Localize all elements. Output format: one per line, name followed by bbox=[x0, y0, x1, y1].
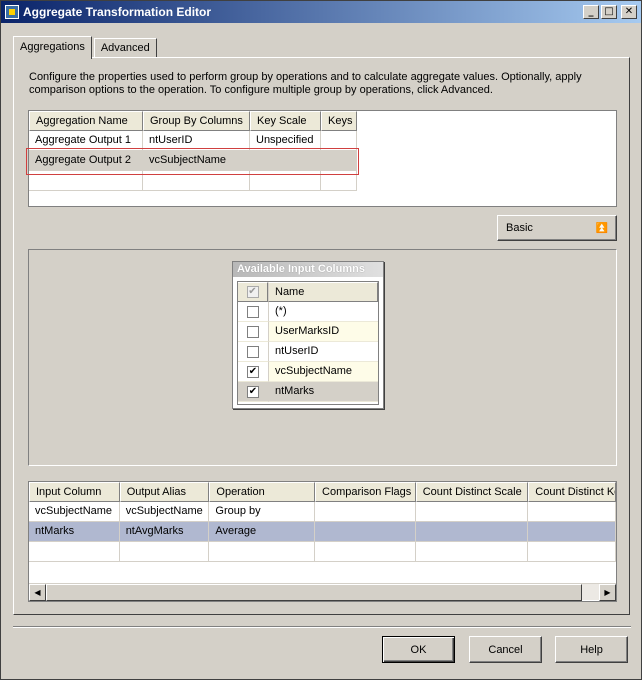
scroll-right-icon[interactable]: ▶ bbox=[599, 584, 616, 601]
column-name: ntUserID bbox=[268, 342, 378, 362]
count-distinct-scale-cell[interactable] bbox=[415, 542, 529, 562]
ok-button[interactable]: OK bbox=[382, 636, 455, 663]
header-keys[interactable]: Keys bbox=[321, 111, 357, 131]
help-button[interactable]: Help bbox=[555, 636, 628, 663]
maximize-button[interactable]: □ bbox=[601, 5, 617, 19]
comparison-flags-cell[interactable] bbox=[315, 522, 416, 542]
available-input-columns-title[interactable]: Available Input Columns bbox=[233, 262, 383, 277]
header-input-column[interactable]: Input Column bbox=[29, 482, 120, 502]
tab-strip: Aggregations Advanced bbox=[13, 36, 159, 59]
column-name: ntMarks bbox=[268, 382, 378, 402]
aggregations-header-row: Aggregation Name Group By Columns Key Sc… bbox=[29, 111, 616, 131]
list-item[interactable]: ✔ vcSubjectName bbox=[238, 362, 378, 382]
title-bar[interactable]: Aggregate Transformation Editor _ □ ✕ bbox=[1, 1, 641, 23]
list-item[interactable]: ✔ ntMarks bbox=[238, 382, 378, 402]
count-distinct-keys-cell[interactable] bbox=[528, 542, 616, 562]
header-key-scale[interactable]: Key Scale bbox=[250, 111, 321, 131]
footer-separator bbox=[13, 626, 631, 628]
header-count-distinct-scale[interactable]: Count Distinct Scale bbox=[415, 482, 529, 502]
output-alias-cell[interactable] bbox=[119, 542, 210, 562]
column-name: vcSubjectName bbox=[268, 362, 378, 382]
count-distinct-scale-cell[interactable] bbox=[415, 502, 529, 522]
basic-button[interactable]: Basic ⏫ bbox=[497, 215, 617, 241]
header-comparison-flags[interactable]: Comparison Flags bbox=[315, 482, 416, 502]
available-input-columns-panel[interactable]: Available Input Columns ✔ Name (*) UserM… bbox=[232, 261, 384, 409]
comparison-flags-cell[interactable] bbox=[315, 542, 416, 562]
header-operation[interactable]: Operation bbox=[209, 482, 316, 502]
header-output-alias[interactable]: Output Alias bbox=[119, 482, 210, 502]
close-button[interactable]: ✕ bbox=[621, 5, 637, 19]
checkbox-icon[interactable] bbox=[247, 325, 259, 338]
selected-row-highlight bbox=[26, 148, 359, 175]
description-text: Configure the properties used to perform… bbox=[29, 71, 582, 96]
scrollbar-thumb[interactable] bbox=[46, 584, 582, 601]
scroll-left-icon[interactable]: ◀ bbox=[29, 584, 46, 601]
table-row[interactable]: vcSubjectName vcSubjectName Group by bbox=[29, 502, 616, 522]
checkbox-icon[interactable] bbox=[247, 305, 259, 318]
checkbox-icon[interactable] bbox=[247, 345, 259, 358]
tab-aggregations[interactable]: Aggregations bbox=[13, 36, 92, 59]
input-column-cell[interactable]: ntMarks bbox=[29, 522, 120, 542]
count-distinct-keys-cell[interactable] bbox=[528, 502, 616, 522]
input-column-cell[interactable] bbox=[29, 542, 120, 562]
select-all-checkbox-icon[interactable]: ✔ bbox=[246, 286, 259, 298]
operation-cell[interactable]: Group by bbox=[209, 502, 316, 522]
tab-advanced[interactable]: Advanced bbox=[93, 38, 157, 58]
count-distinct-scale-cell[interactable] bbox=[415, 522, 529, 542]
cancel-button[interactable]: Cancel bbox=[469, 636, 542, 663]
list-item[interactable]: ntUserID bbox=[238, 342, 378, 362]
comparison-flags-cell[interactable] bbox=[315, 502, 416, 522]
operations-header-row: Input Column Output Alias Operation Comp… bbox=[29, 482, 616, 502]
double-up-arrow-icon: ⏫ bbox=[595, 222, 608, 234]
basic-button-label: Basic bbox=[506, 222, 533, 234]
list-item[interactable]: UserMarksID bbox=[238, 322, 378, 342]
input-column-cell[interactable]: vcSubjectName bbox=[29, 502, 120, 522]
list-item[interactable]: (*) bbox=[238, 302, 378, 322]
column-name: (*) bbox=[268, 302, 378, 322]
columns-header-row: ✔ Name bbox=[238, 282, 378, 302]
available-input-columns-list[interactable]: ✔ Name (*) UserMarksID ntUserID ✔ vcSubj… bbox=[237, 281, 379, 405]
header-count-distinct-keys[interactable]: Count Distinct Keys bbox=[528, 482, 616, 502]
minimize-button[interactable]: _ bbox=[583, 5, 599, 19]
count-distinct-keys-cell[interactable] bbox=[528, 522, 616, 542]
header-name[interactable]: Name bbox=[268, 282, 378, 302]
operation-cell[interactable]: Average bbox=[209, 522, 316, 542]
select-all-cell[interactable]: ✔ bbox=[238, 282, 268, 302]
header-aggregation-name[interactable]: Aggregation Name bbox=[29, 111, 143, 131]
table-row[interactable] bbox=[29, 542, 616, 562]
header-group-by-columns[interactable]: Group By Columns bbox=[143, 111, 250, 131]
checked-checkbox-icon[interactable]: ✔ bbox=[247, 385, 259, 398]
column-name: UserMarksID bbox=[268, 322, 378, 342]
app-icon bbox=[5, 5, 19, 19]
window-title: Aggregate Transformation Editor bbox=[23, 5, 212, 19]
operation-cell[interactable] bbox=[209, 542, 316, 562]
aggregate-transformation-editor-window: Aggregate Transformation Editor _ □ ✕ Ag… bbox=[0, 0, 642, 680]
horizontal-scrollbar[interactable]: ◀ ▶ bbox=[29, 583, 616, 601]
table-row[interactable]: ntMarks ntAvgMarks Average bbox=[29, 522, 616, 542]
output-alias-cell[interactable]: vcSubjectName bbox=[119, 502, 210, 522]
checked-checkbox-icon[interactable]: ✔ bbox=[247, 365, 259, 378]
output-alias-cell[interactable]: ntAvgMarks bbox=[119, 522, 210, 542]
